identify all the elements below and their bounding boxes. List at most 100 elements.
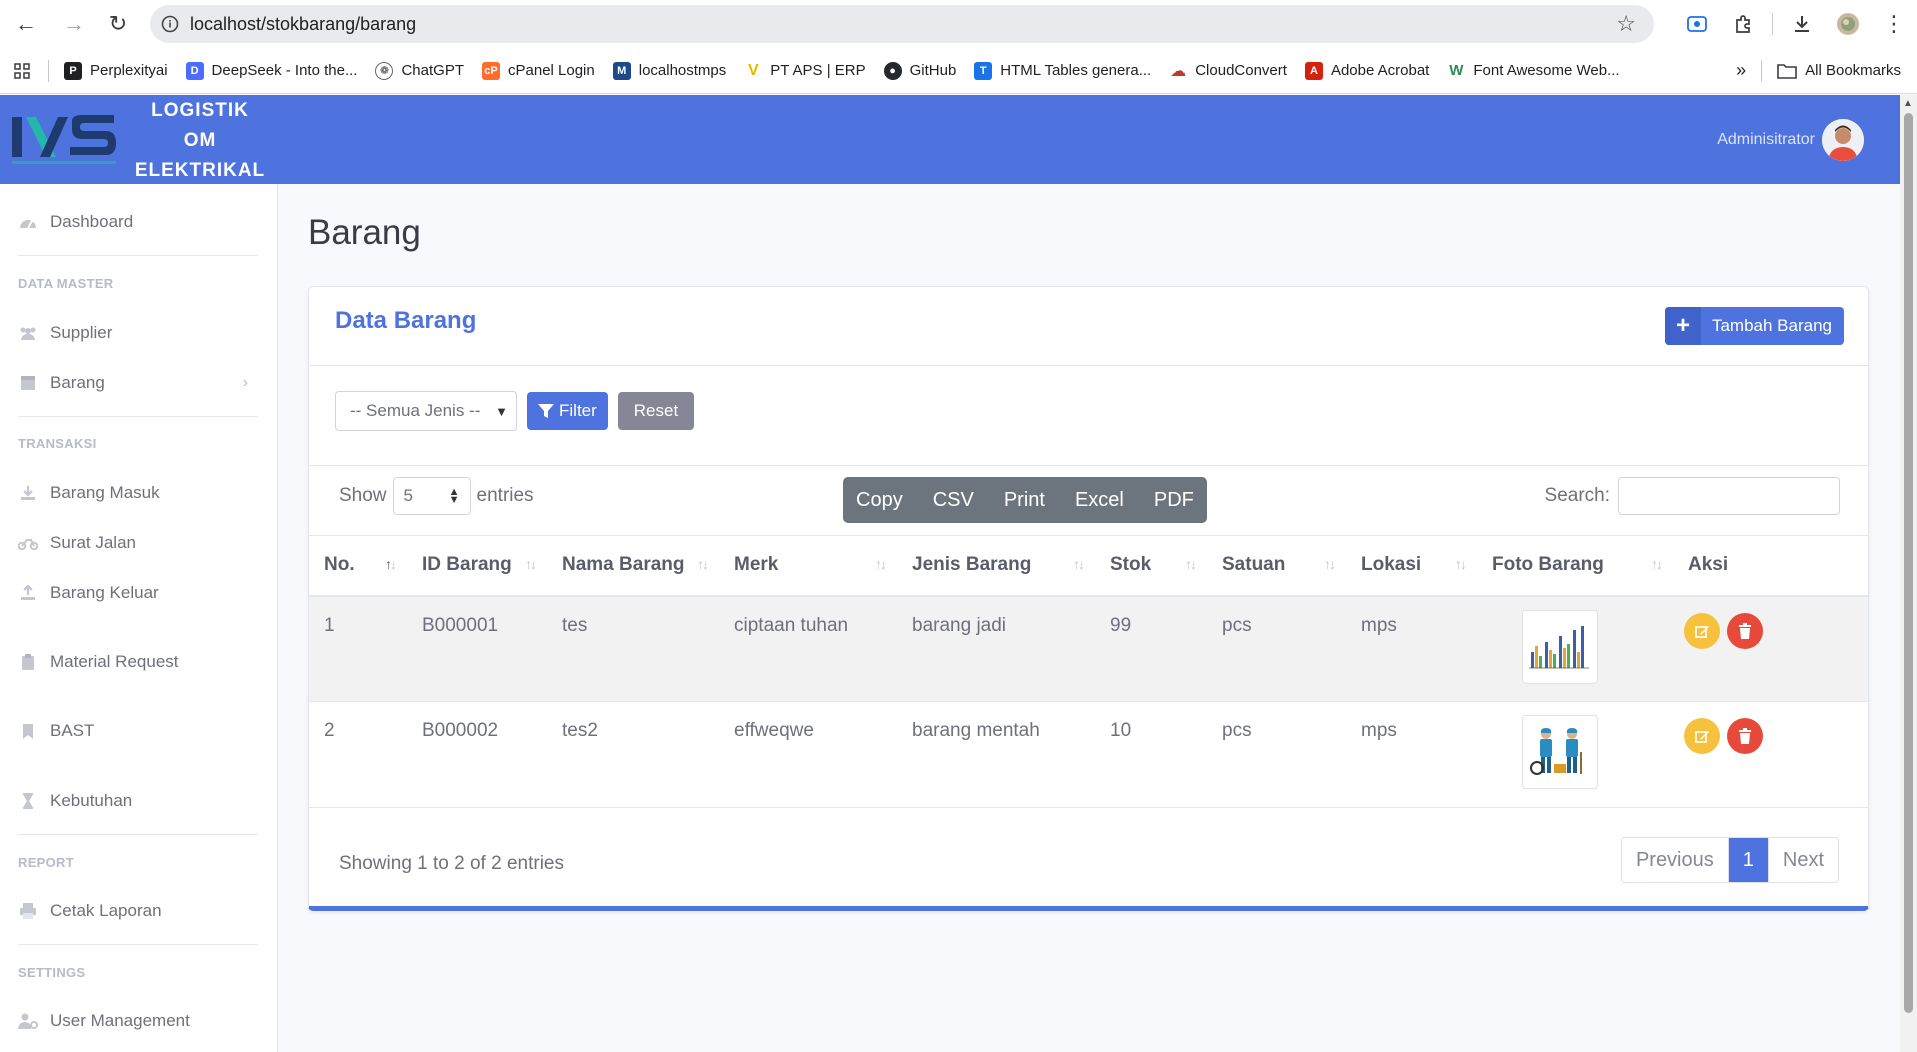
edit-icon (1695, 625, 1709, 638)
user-name[interactable]: Adminisitrator (1717, 131, 1815, 149)
deepseek-icon: D (185, 61, 204, 80)
delete-button[interactable] (1727, 718, 1764, 754)
sidebar-item-barang-keluar[interactable]: Barang Keluar (18, 578, 258, 608)
bookmark-cloudconvert[interactable]: ☁ CloudConvert (1160, 48, 1296, 94)
pdf-button[interactable]: PDF (1139, 477, 1207, 523)
column-header-aksi: Aksi (1673, 535, 1868, 597)
upload-tray-icon (18, 585, 38, 601)
cell-lokasi: mps (1346, 595, 1477, 702)
screen-capture-icon[interactable] (1674, 0, 1720, 48)
column-header-jenis-barang[interactable]: Jenis Barang ↑↓ (897, 535, 1095, 597)
column-header-nama-barang[interactable]: Nama Barang ↑↓ (547, 535, 719, 597)
reload-icon[interactable]: ↻ (96, 0, 140, 48)
bookmarks-bar: P Perplexityai D DeepSeek - Into the... ❁ C… (0, 48, 1917, 94)
download-tray-icon (18, 485, 38, 501)
reset-button[interactable]: Reset (617, 392, 695, 430)
add-barang-button[interactable]: + Tambah Barang (1664, 307, 1844, 345)
column-header-id-barang[interactable]: ID Barang ↑↓ (407, 535, 547, 597)
bookmark-cpanel[interactable]: cP cPanel Login (473, 48, 604, 94)
cell-no: 1 (309, 595, 407, 702)
page-scrollbar[interactable]: ▲ (1900, 95, 1917, 1052)
table-row: 1 B000001 tes ciptaan tuhan barang jadi … (309, 595, 1868, 702)
bookmark-adobe-acrobat[interactable]: A Adobe Acrobat (1296, 48, 1438, 94)
sidebar-divider (18, 944, 258, 945)
column-header-merk[interactable]: Merk ↑↓ (719, 535, 897, 597)
html-tables-icon: T (974, 61, 993, 80)
sidebar-item-barang-masuk[interactable]: Barang Masuk (18, 478, 258, 508)
users-icon (18, 325, 38, 341)
sort-updown-icon: ▲ ▼ (448, 486, 460, 506)
cell-nama-barang: tes2 (547, 701, 719, 808)
bookmark-pt-aps[interactable]: V PT APS | ERP (735, 48, 874, 94)
csv-button[interactable]: CSV (918, 477, 989, 523)
jenis-filter-select[interactable]: -- Semua Jenis -- ▼ (335, 391, 517, 431)
filter-button[interactable]: Filter (527, 392, 608, 430)
bar-chart-photo[interactable] (1522, 609, 1598, 684)
sidebar-item-bast[interactable]: BAST (18, 716, 258, 746)
address-bar[interactable]: localhost/stokbarang/barang ☆ (150, 5, 1654, 43)
menu-kebab-icon[interactable]: ⋮ (1871, 0, 1917, 48)
sidebar-item-material-request[interactable]: Material Request (18, 647, 258, 677)
sidebar-item-surat-jalan[interactable]: Surat Jalan (18, 528, 258, 558)
page-1-button[interactable]: 1 (1728, 838, 1769, 882)
workers-photo[interactable] (1522, 715, 1598, 789)
sort-icon: ↑↓ (875, 556, 887, 572)
excel-button[interactable]: Excel (1060, 477, 1139, 523)
sort-icon: ↑↓ (525, 556, 537, 572)
cell-jenis-barang: barang mentah (897, 701, 1095, 808)
bookmark-localhostmps[interactable]: Mlocalhostmps (604, 48, 736, 94)
column-header-stok[interactable]: Stok ↑↓ (1095, 535, 1207, 597)
cell-id-barang: B000002 (407, 701, 547, 808)
sidebar-item-supplier[interactable]: Supplier (18, 318, 258, 348)
edit-button[interactable] (1684, 612, 1720, 649)
cell-aksi (1673, 701, 1868, 808)
column-header-foto-barang[interactable]: Foto Barang ↑↓ (1477, 535, 1673, 597)
bookmark-font-awesome[interactable]: W Font Awesome Web... (1438, 48, 1628, 94)
forward-icon[interactable]: → (52, 0, 96, 48)
user-avatar[interactable] (1822, 119, 1864, 161)
bookmark-chatgpt[interactable]: ❁ ChatGPT (366, 48, 473, 94)
scroll-up-icon[interactable]: ▲ (1903, 98, 1913, 109)
sidebar-item-kebutuhan[interactable]: Kebutuhan (18, 786, 258, 816)
bookmark-star-icon[interactable]: ☆ (1616, 11, 1636, 37)
all-bookmarks[interactable]: All Bookmarks (1768, 48, 1917, 94)
bookmark-perplexity[interactable]: P Perplexityai (55, 48, 177, 94)
company-logo[interactable] (10, 107, 120, 171)
back-icon[interactable]: ← (0, 0, 52, 48)
profile-avatar-icon[interactable] (1825, 0, 1871, 48)
next-page-button[interactable]: Next (1768, 838, 1838, 882)
bookmark-deepseek[interactable]: D DeepSeek - Into the... (177, 48, 367, 94)
download-icon[interactable] (1779, 0, 1825, 48)
cell-merk: effweqwe (719, 701, 897, 808)
search-input[interactable] (1618, 477, 1840, 515)
more-bookmarks-icon[interactable]: » (1727, 48, 1755, 94)
extensions-icon[interactable] (1720, 0, 1766, 48)
column-header-no[interactable]: No. ↑↓ (309, 535, 407, 597)
perplexity-icon: P (64, 61, 82, 80)
sidebar-item-dashboard[interactable]: Dashboard (18, 207, 258, 237)
apps-grid-icon[interactable] (0, 48, 42, 94)
cell-satuan: pcs (1207, 701, 1346, 808)
scrollbar-thumb[interactable] (1904, 113, 1913, 1013)
sidebar-item-cetak-laporan[interactable]: Cetak Laporan (18, 896, 258, 926)
barang-table: No. ↑↓ ID Barang ↑↓ Nama Barang ↑↓ Merk ↑↓ J… (309, 535, 1868, 808)
bookmark-github[interactable]: ● GitHub (875, 48, 966, 94)
entries-select[interactable]: 5 ▲ ▼ (392, 477, 471, 515)
export-button-group: Copy CSV Print Excel PDF (843, 477, 1207, 523)
site-info-icon[interactable] (150, 15, 190, 33)
pagination: Previous 1 Next (1620, 837, 1839, 883)
column-header-satuan[interactable]: Satuan ↑↓ (1207, 535, 1346, 597)
print-button[interactable]: Print (989, 477, 1060, 523)
delete-button[interactable] (1727, 612, 1764, 649)
column-header-lokasi[interactable]: Lokasi ↑↓ (1346, 535, 1477, 597)
previous-page-button[interactable]: Previous (1621, 838, 1729, 882)
sidebar-item-barang[interactable]: Barang › (18, 368, 258, 398)
hourglass-icon (18, 793, 38, 809)
card-title: Data Barang (335, 307, 477, 334)
page-title: Barang (308, 213, 421, 252)
bookmark-html-tables[interactable]: T HTML Tables genera... (965, 48, 1160, 94)
copy-button[interactable]: Copy (843, 477, 918, 523)
sidebar-item-user-management[interactable]: User Management (18, 1006, 258, 1036)
edit-button[interactable] (1684, 718, 1720, 754)
brand-title[interactable]: LOGISTIK OM ELEKTRIKAL (130, 96, 270, 186)
